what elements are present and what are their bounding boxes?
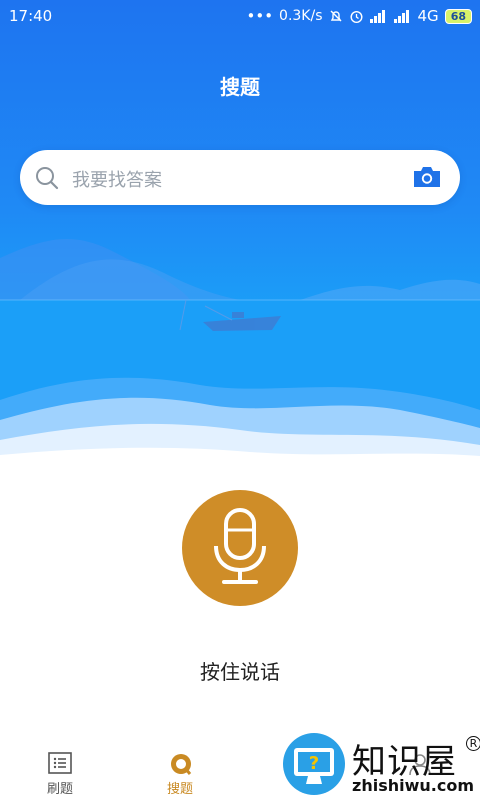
camera-icon[interactable] [412, 165, 442, 189]
hold-to-talk-label: 按住说话 [200, 660, 280, 684]
tab-label: 搜题 [166, 782, 193, 797]
watermark-logo-icon: ? [283, 733, 345, 795]
network-speed: 0.3K/s [279, 8, 323, 24]
page-title: 搜题 [220, 75, 260, 99]
battery-indicator: 68 [444, 8, 472, 24]
voice-search-button[interactable] [182, 490, 298, 606]
more-dots: ••• [246, 7, 274, 25]
network-type: 4G [417, 7, 439, 25]
alarm-icon [350, 10, 363, 23]
microphone-icon [214, 508, 266, 584]
signal-hd-icon [393, 9, 409, 23]
search-bar[interactable]: 我要找答案 [20, 150, 460, 205]
watermark: ? 知识屋 R zhishiwu.com [280, 730, 480, 800]
watermark-subtitle: zhishiwu.com [352, 776, 474, 795]
tab-search[interactable]: 搜题 [140, 740, 220, 800]
status-bar: 17:40 ••• 0.3K/s 4G 68 [0, 0, 480, 34]
list-icon [48, 752, 72, 774]
search-input[interactable]: 我要找答案 [72, 166, 162, 192]
tab-label: 刷题 [46, 782, 73, 797]
status-time: 17:40 [9, 7, 53, 25]
search-circle-icon [171, 754, 192, 775]
hero-banner: 17:40 ••• 0.3K/s 4G 68 搜题 我要找答案 [0, 0, 480, 470]
mute-icon [330, 10, 342, 22]
search-icon[interactable] [34, 165, 60, 191]
svg-text:?: ? [309, 753, 319, 774]
registered-mark-icon: R [466, 736, 480, 751]
signal-icon [369, 9, 385, 23]
tab-practice[interactable]: 刷题 [20, 740, 100, 800]
